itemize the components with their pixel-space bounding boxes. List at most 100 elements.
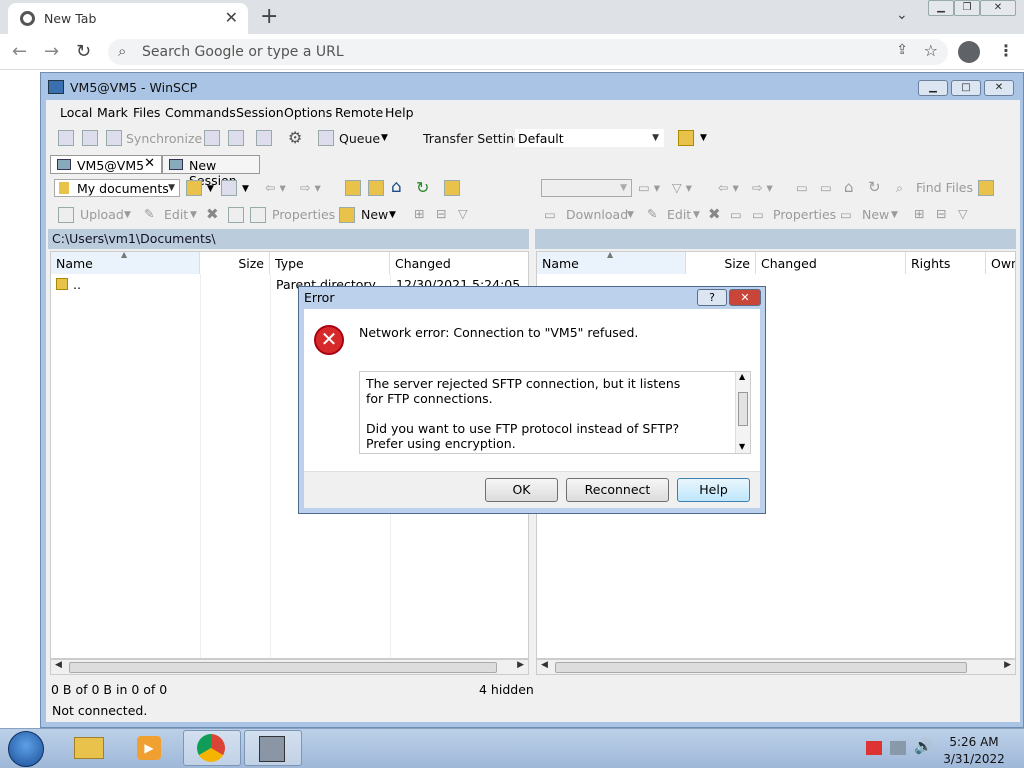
menu-files[interactable]: Files [133, 105, 160, 120]
help-button[interactable]: Help [677, 478, 750, 502]
remote-select-icon[interactable]: ⊞ [914, 206, 924, 221]
scroll-down-icon[interactable]: ▼ [739, 442, 745, 451]
queue-button[interactable]: Queue [339, 131, 380, 146]
taskbar-explorer[interactable] [60, 730, 118, 766]
remote-scroll-left-icon[interactable]: ◀ [541, 660, 548, 670]
reconnect-button[interactable]: Reconnect [566, 478, 669, 502]
remote-filter-icon[interactable]: ▽ ▾ [672, 180, 692, 195]
remote-edit-dropdown-icon[interactable]: ▼ [693, 210, 700, 220]
edit-button[interactable]: Edit [164, 207, 188, 222]
remote-tree-icon[interactable] [978, 180, 994, 196]
back-icon[interactable]: ← [12, 41, 27, 62]
local-scroll-thumb[interactable] [69, 662, 497, 673]
session-close-icon[interactable]: ✕ [144, 156, 155, 171]
menu-commands[interactable]: Commands [165, 105, 236, 120]
column-size[interactable]: Size [200, 252, 270, 274]
edit-dropdown-icon[interactable]: ▼ [190, 210, 197, 220]
session-tab-vm5[interactable]: VM5@VM5 ✕ [50, 155, 162, 174]
error-detail-box[interactable]: The server rejected SFTP connection, but… [359, 371, 751, 454]
local-hscrollbar[interactable]: ◀ ▶ [50, 659, 529, 675]
sync-browse-icon[interactable] [82, 130, 98, 146]
menu-remote[interactable]: Remote [335, 105, 383, 120]
remote-column-size[interactable]: Size [686, 252, 756, 274]
remote-open-icon[interactable]: ▭ ▾ [638, 180, 660, 195]
local-location-select[interactable]: My documents ▼ [54, 179, 180, 197]
remote-unselect-icon[interactable]: ⊟ [936, 206, 946, 221]
taskbar-chrome[interactable] [183, 730, 241, 766]
filter-files-icon[interactable]: ▽ [458, 206, 468, 221]
menu-help[interactable]: Help [385, 105, 414, 120]
preferences-dropdown-icon[interactable]: ▼ [700, 133, 707, 143]
window-close-icon[interactable]: ✕ [984, 80, 1014, 96]
remote-forward-icon[interactable]: ⇨ ▾ [752, 180, 773, 195]
remote-rename-icon[interactable]: ▭ [730, 207, 742, 222]
scroll-left-icon[interactable]: ◀ [55, 660, 62, 670]
download-button[interactable]: Download [566, 207, 628, 222]
new-tab-icon[interactable]: + [260, 4, 278, 29]
rename-icon[interactable] [228, 207, 244, 223]
profile-avatar-icon[interactable] [958, 41, 980, 63]
gear-icon[interactable]: ⚙ [288, 128, 302, 147]
taskbar-winscp[interactable] [244, 730, 302, 766]
find-files-button[interactable]: Find Files [916, 180, 973, 195]
bookmark-star-icon[interactable]: ☆ [924, 41, 938, 60]
compare-icon[interactable] [58, 130, 74, 146]
parent-directory-icon[interactable] [345, 180, 361, 196]
menu-options[interactable]: Options [284, 105, 332, 120]
queue-dropdown-icon[interactable]: ▼ [381, 133, 388, 143]
properties-button[interactable]: Properties [272, 207, 335, 222]
detail-scroll-thumb[interactable] [738, 392, 748, 426]
remote-hscrollbar[interactable]: ◀ ▶ [536, 659, 1016, 675]
remote-location-select[interactable]: ▼ [541, 179, 632, 197]
remote-new-button[interactable]: New [862, 207, 889, 222]
window-maximize-icon[interactable]: □ [951, 80, 981, 96]
synchronize-button[interactable]: Synchronize [126, 131, 202, 146]
os-restore-icon[interactable]: ❐ [954, 0, 980, 16]
forward-icon[interactable]: → [44, 41, 59, 62]
transfer-settings-select[interactable]: Default ▼ [515, 129, 664, 147]
remote-refresh-icon[interactable]: ↻ [868, 178, 881, 196]
taskbar-clock[interactable]: 5:26 AM 3/31/2022 [934, 734, 1014, 768]
upload-dropdown-icon[interactable]: ▼ [124, 210, 131, 220]
filter-dropdown-icon[interactable]: ▼ [242, 184, 249, 194]
new-button[interactable]: New [361, 207, 388, 222]
os-close-icon[interactable]: ✕ [980, 0, 1016, 16]
remote-parent-icon[interactable]: ▭ [796, 180, 808, 195]
remote-properties-button[interactable]: Properties [773, 207, 836, 222]
reload-icon[interactable]: ↻ [76, 41, 91, 62]
share-icon[interactable]: ⇪ [896, 42, 908, 58]
detail-scrollbar[interactable]: ▲ ▼ [735, 372, 750, 453]
column-name[interactable]: Name ▲ [51, 250, 200, 274]
dialog-close-icon[interactable]: ✕ [729, 289, 761, 306]
ok-button[interactable]: OK [485, 478, 558, 502]
remote-column-owner[interactable]: Owner [986, 252, 1015, 274]
dialog-help-icon[interactable]: ? [697, 289, 727, 306]
delete-icon[interactable]: ✖ [206, 205, 219, 223]
scroll-up-icon[interactable]: ▲ [739, 372, 745, 381]
start-button[interactable] [8, 731, 44, 767]
remote-delete-icon[interactable]: ✖ [708, 205, 721, 223]
column-type[interactable]: Type [270, 252, 390, 274]
remote-scroll-thumb[interactable] [555, 662, 967, 673]
synchronize-icon[interactable] [106, 130, 122, 146]
remote-column-rights[interactable]: Rights [906, 252, 986, 274]
session-tab-new[interactable]: New Session [162, 155, 260, 188]
select-files-icon[interactable]: ⊞ [414, 206, 424, 221]
chrome-tab[interactable]: New Tab ✕ [8, 3, 248, 34]
scroll-right-icon[interactable]: ▶ [517, 660, 524, 670]
chevron-down-icon[interactable]: ⌄ [896, 7, 908, 23]
root-directory-icon[interactable] [368, 180, 384, 196]
os-minimize-icon[interactable]: ▁ [928, 0, 954, 16]
tab-close-icon[interactable]: ✕ [225, 8, 238, 27]
unselect-files-icon[interactable]: ⊟ [436, 206, 446, 221]
omnibox[interactable]: ⌕ Search Google or type a URL ⇪ ☆ [108, 39, 948, 65]
refresh-icon[interactable]: ↻ [416, 178, 429, 197]
open-directory-icon[interactable] [186, 180, 202, 196]
console-icon[interactable] [204, 130, 220, 146]
remote-home-icon[interactable]: ⌂ [844, 178, 854, 196]
download-dropdown-icon[interactable]: ▼ [627, 210, 634, 220]
network-icon[interactable] [890, 741, 906, 755]
open-dropdown-icon[interactable]: ▼ [207, 184, 214, 194]
remote-back-icon[interactable]: ⇦ ▾ [718, 180, 739, 195]
preferences-icon[interactable] [678, 130, 694, 146]
